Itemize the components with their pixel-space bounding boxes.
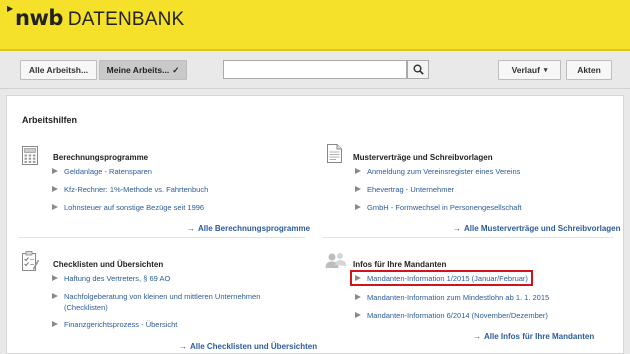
calc-item-3[interactable]: Lohnsteuer auf sonstige Bezüge seit 1996 <box>52 203 205 213</box>
clients-item-2-label: Mandanten-Information zum Mindestlohn ab… <box>367 293 550 302</box>
triangle-bullet-icon <box>355 204 361 210</box>
templates-item-1[interactable]: Anmeldung zum Vereinsregister eines Vere… <box>355 167 521 177</box>
triangle-bullet-icon <box>52 321 58 327</box>
all-tools-button[interactable]: Alle Arbeitsh... <box>20 60 97 80</box>
search-button[interactable] <box>407 60 429 79</box>
clients-item-1[interactable]: Mandanten-Information 1/2015 (Januar/Feb… <box>355 274 528 284</box>
calc-panel-title: Berechnungsprogramme <box>53 153 149 162</box>
checklists-item-3[interactable]: Finanzgerichtsprozess - Übersicht <box>52 320 178 330</box>
tools-panel: Arbeitshilfen Berechnungsprogramme Gelda… <box>6 95 624 354</box>
arrow-right-icon: → <box>187 224 195 233</box>
logo-product: DATENBANK <box>67 9 185 30</box>
chevron-down-icon: ▾ <box>543 67 548 74</box>
calc-item-2[interactable]: Kfz-Rechner: 1%-Methode vs. Fahrtenbuch <box>52 185 209 195</box>
app-header: ▶ nwb DATENBANK <box>0 0 630 49</box>
templates-more-link[interactable]: → Alle Musterverträge und Schreibvorlagen <box>453 224 621 233</box>
checklists-item-1[interactable]: Haftung des Vertreters, § 69 AO <box>52 274 171 284</box>
checklists-item-2-label: Nachfolgeberatung von kleinen und mittle… <box>64 292 261 301</box>
triangle-bullet-icon <box>355 275 361 281</box>
files-button[interactable]: Akten <box>566 60 612 80</box>
logo-triangle-icon: ▶ <box>7 4 14 13</box>
check-icon: ✓ <box>172 64 180 75</box>
people-icon <box>325 253 347 268</box>
triangle-bullet-icon <box>355 186 361 192</box>
checklist-icon <box>22 251 39 271</box>
calculator-icon <box>22 146 38 165</box>
templates-item-3[interactable]: GmbH - Formwechsel in Personengesellscha… <box>355 203 522 213</box>
clients-panel-title: Infos für Ihre Mandanten <box>353 260 447 269</box>
triangle-bullet-icon <box>52 186 58 192</box>
page-title: Arbeitshilfen <box>22 115 78 125</box>
search-input[interactable] <box>223 60 407 79</box>
templates-item-1-label: Anmeldung zum Vereinsregister eines Vere… <box>367 167 521 176</box>
calc-more-link[interactable]: → Alle Berechnungsprogramme <box>187 224 310 233</box>
divider <box>19 237 305 238</box>
triangle-bullet-icon <box>52 204 58 210</box>
history-dropdown[interactable]: Verlauf ▾ <box>498 60 561 80</box>
arrow-right-icon: → <box>473 332 481 341</box>
checklists-item-3-label: Finanzgerichtsprozess - Übersicht <box>64 320 178 329</box>
templates-more-label: Alle Musterverträge und Schreibvorlagen <box>464 224 621 233</box>
calc-item-2-label: Kfz-Rechner: 1%-Methode vs. Fahrtenbuch <box>64 185 209 194</box>
toolbar: Alle Arbeitsh... Meine Arbeits... ✓ Verl… <box>0 51 630 89</box>
calc-more-label: Alle Berechnungsprogramme <box>198 224 311 233</box>
files-label: Akten <box>577 65 601 75</box>
triangle-bullet-icon <box>355 168 361 174</box>
triangle-bullet-icon <box>355 294 361 300</box>
calc-item-1-label: Geldanlage - Ratensparen <box>64 167 152 176</box>
clients-item-2[interactable]: Mandanten-Information zum Mindestlohn ab… <box>355 293 550 303</box>
checklists-item-2[interactable]: Nachfolgeberatung von kleinen und mittle… <box>52 292 261 302</box>
document-icon <box>327 144 342 163</box>
checklists-more-link[interactable]: → Alle Checklisten und Übersichten <box>179 342 317 351</box>
history-label: Verlauf <box>511 65 540 75</box>
triangle-bullet-icon <box>355 312 361 318</box>
triangle-bullet-icon <box>52 168 58 174</box>
templates-panel-title: Musterverträge und Schreibvorlagen <box>353 153 493 162</box>
my-tools-button[interactable]: Meine Arbeits... ✓ <box>99 60 187 80</box>
checklists-more-label: Alle Checklisten und Übersichten <box>190 342 318 351</box>
templates-item-3-label: GmbH - Formwechsel in Personengesellscha… <box>367 203 522 212</box>
clients-more-label: Alle Infos für Ihre Mandanten <box>484 332 595 341</box>
my-tools-label: Meine Arbeits... <box>106 65 170 75</box>
templates-item-2[interactable]: Ehevertrag - Unternehmer <box>355 185 455 195</box>
checklists-panel-title: Checklisten und Übersichten <box>53 260 164 269</box>
calc-item-1[interactable]: Geldanlage - Ratensparen <box>52 167 152 177</box>
all-tools-label: Alle Arbeitsh... <box>28 65 89 75</box>
divider <box>323 237 613 238</box>
arrow-right-icon: → <box>453 224 461 233</box>
logo-brand: nwb <box>15 6 63 30</box>
triangle-bullet-icon <box>52 293 58 299</box>
clients-item-3[interactable]: Mandanten-Information 6/2014 (November/D… <box>355 311 548 321</box>
arrow-right-icon: → <box>179 342 187 351</box>
templates-item-2-label: Ehevertrag - Unternehmer <box>367 185 455 194</box>
clients-more-link[interactable]: → Alle Infos für Ihre Mandanten <box>473 332 594 341</box>
checklists-item-1-label: Haftung des Vertreters, § 69 AO <box>64 274 171 283</box>
search-icon <box>413 64 424 75</box>
triangle-bullet-icon <box>52 275 58 281</box>
checklists-item-2-cont[interactable]: (Checklisten) <box>64 303 108 313</box>
clients-item-3-label: Mandanten-Information 6/2014 (November/D… <box>367 311 548 320</box>
checklists-item-2b-label: (Checklisten) <box>64 303 108 312</box>
calc-item-3-label: Lohnsteuer auf sonstige Bezüge seit 1996 <box>64 203 205 212</box>
clients-item-1-label: Mandanten-Information 1/2015 (Januar/Feb… <box>367 274 528 283</box>
nwb-logo[interactable]: ▶ nwb DATENBANK <box>7 4 185 31</box>
